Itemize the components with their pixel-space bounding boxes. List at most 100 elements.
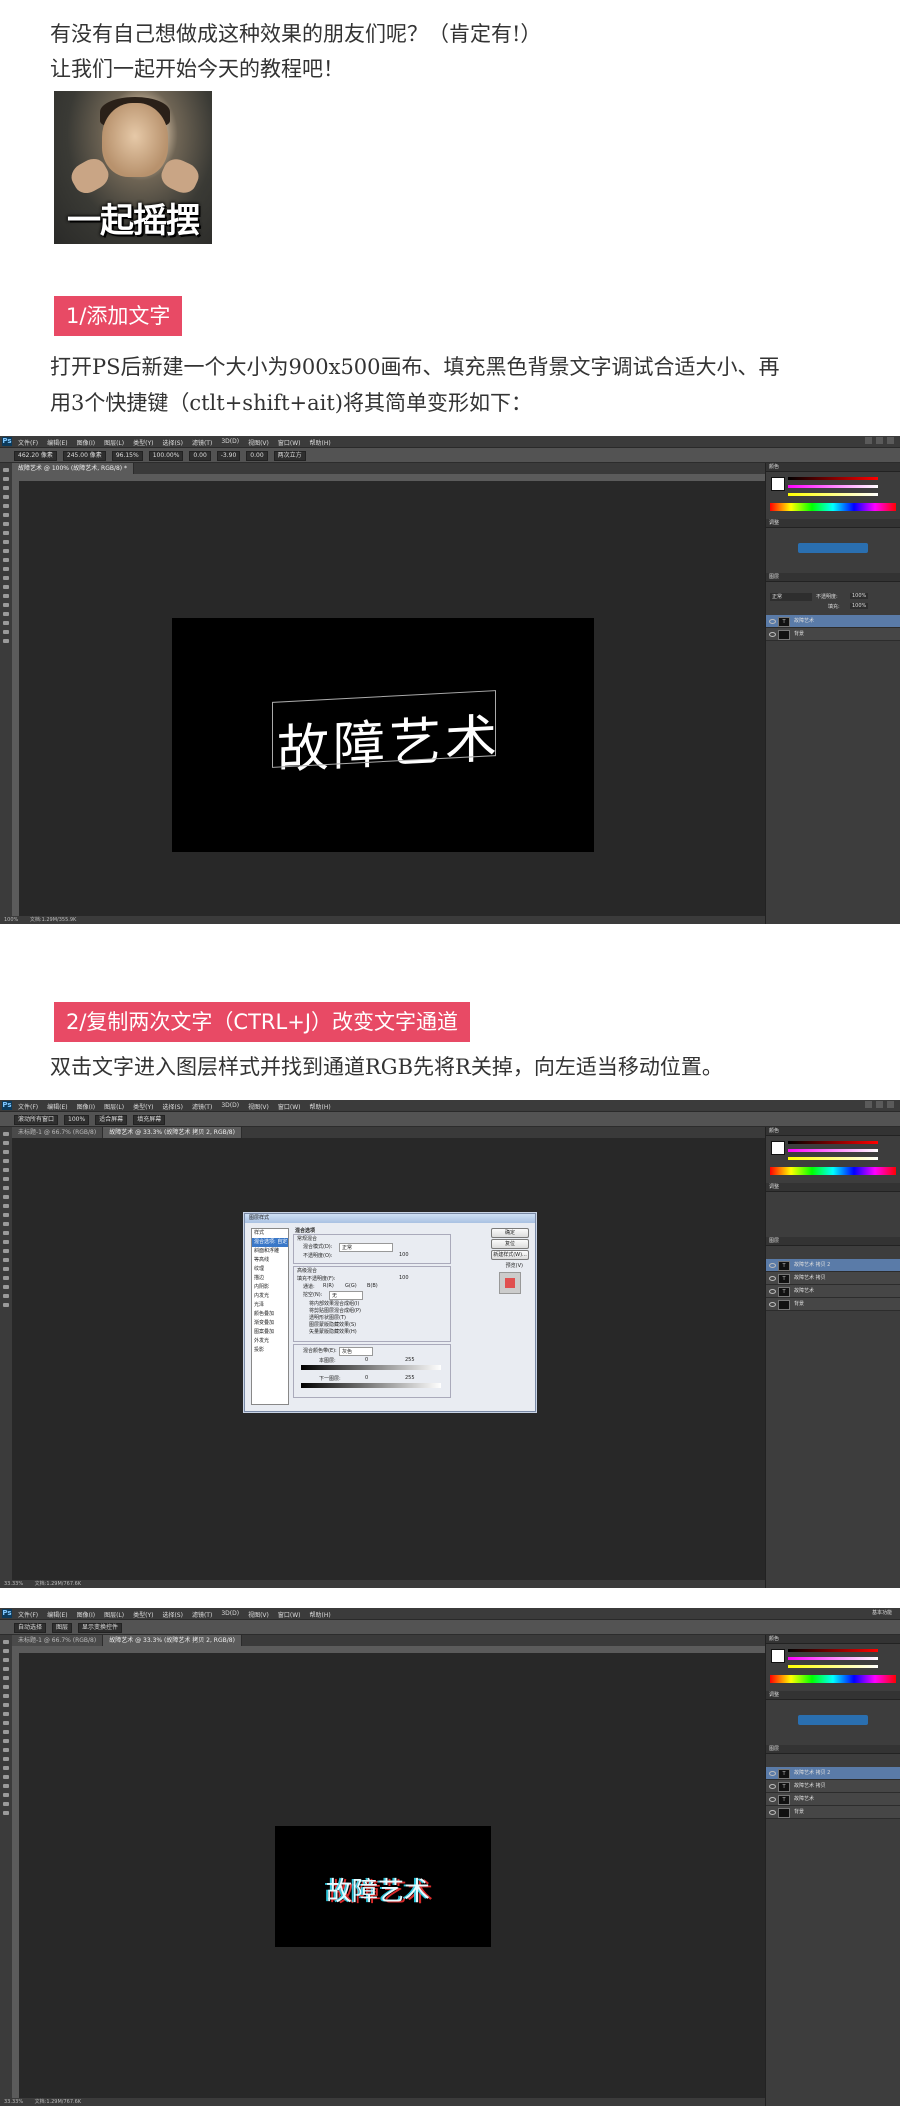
zoom-fill[interactable]: 填充屏幕 — [133, 1115, 166, 1125]
r-slider[interactable] — [788, 477, 878, 480]
style-item[interactable]: 投影 — [252, 1346, 288, 1355]
style-item[interactable]: 样式 — [252, 1229, 288, 1238]
style-item[interactable]: 图案叠加 — [252, 1328, 288, 1337]
menu-view[interactable]: 视图(V) — [248, 1102, 269, 1111]
layer-row[interactable]: 背景 — [766, 1806, 900, 1819]
menu-filter[interactable]: 滤镜(T) — [192, 1610, 212, 1619]
channel-r-checkbox[interactable]: R(R) — [323, 1283, 334, 1289]
crop-tool-icon[interactable] — [3, 1676, 9, 1680]
marquee-tool-icon[interactable] — [3, 1649, 9, 1653]
zoom-100[interactable]: 100% — [64, 1115, 90, 1125]
b-slider[interactable] — [788, 1157, 878, 1160]
eyedropper-tool-icon[interactable] — [3, 1685, 9, 1689]
move-tool-icon[interactable] — [3, 1640, 9, 1644]
eye-icon[interactable] — [769, 1263, 776, 1268]
move-tool-icon[interactable] — [3, 1132, 9, 1136]
opacity-value[interactable]: 100 — [399, 1252, 409, 1258]
r-slider[interactable] — [788, 1649, 878, 1652]
eye-icon[interactable] — [769, 1810, 776, 1815]
show-transform-checkbox[interactable]: 显示变换控件 — [78, 1623, 123, 1633]
menu-help[interactable]: 帮助(H) — [310, 438, 331, 447]
x-field[interactable]: 462.20 像素 — [14, 451, 57, 461]
blend-mode-select[interactable]: 正常 — [339, 1243, 393, 1252]
menu-select[interactable]: 选择(S) — [162, 438, 183, 447]
doc-tab[interactable]: 未标题-1 @ 66.7% (RGB/8) — [12, 1127, 104, 1138]
brush-tool-icon[interactable] — [3, 1195, 9, 1199]
fill-value[interactable]: 100 — [399, 1275, 409, 1281]
layer-row[interactable]: 背景 — [766, 628, 900, 641]
zoom-tool-icon[interactable] — [3, 1303, 9, 1307]
marquee-tool-icon[interactable] — [3, 1141, 9, 1145]
height-field[interactable]: 100.00% — [148, 451, 184, 461]
shape-tool-icon[interactable] — [3, 1793, 9, 1797]
interpolation-select[interactable]: 两次立方 — [273, 451, 306, 461]
option-checkbox[interactable]: 矢量蒙版隐藏效果(H) — [309, 1328, 357, 1335]
color-spectrum[interactable] — [770, 503, 896, 511]
minimize-icon[interactable] — [865, 1101, 872, 1108]
menu-help[interactable]: 帮助(H) — [310, 1102, 331, 1111]
pen-tool-icon[interactable] — [3, 1258, 9, 1262]
gradient-tool-icon[interactable] — [3, 567, 9, 571]
menu-file[interactable]: 文件(F) — [18, 1102, 38, 1111]
menu-file[interactable]: 文件(F) — [18, 1610, 38, 1619]
menu-help[interactable]: 帮助(H) — [310, 1610, 331, 1619]
dodge-tool-icon[interactable] — [3, 1249, 9, 1253]
lasso-tool-icon[interactable] — [3, 1658, 9, 1662]
transform-box[interactable] — [272, 690, 496, 768]
doc-tab[interactable]: 故障艺术 @ 33.3% (故障艺术 拷贝 2, RGB/8) — [103, 1127, 242, 1138]
zoom-tool-icon[interactable] — [3, 639, 9, 643]
menu-3d[interactable]: 3D(D) — [221, 438, 239, 447]
menu-filter[interactable]: 滤镜(T) — [192, 1102, 212, 1111]
menu-filter[interactable]: 滤镜(T) — [192, 438, 212, 447]
reset-button[interactable]: 复位 — [491, 1239, 529, 1249]
g-slider[interactable] — [788, 1657, 878, 1660]
option-checkbox[interactable]: 图层蒙版隐藏效果(S) — [309, 1321, 356, 1328]
gradient-tool-icon[interactable] — [3, 1739, 9, 1743]
knockout-select[interactable]: 无 — [329, 1291, 363, 1300]
eyedropper-tool-icon[interactable] — [3, 1177, 9, 1181]
b-slider[interactable] — [788, 493, 878, 496]
gradient-tool-icon[interactable] — [3, 1231, 9, 1235]
stamp-tool-icon[interactable] — [3, 1204, 9, 1208]
style-item[interactable]: 内阴影 — [252, 1283, 288, 1292]
hand-tool-icon[interactable] — [3, 630, 9, 634]
this-layer-gradient[interactable] — [301, 1365, 441, 1370]
shape-tool-icon[interactable] — [3, 1285, 9, 1289]
stamp-tool-icon[interactable] — [3, 540, 9, 544]
eraser-tool-icon[interactable] — [3, 1222, 9, 1226]
hand-tool-icon[interactable] — [3, 1294, 9, 1298]
maximize-icon[interactable] — [876, 437, 883, 444]
channel-g-checkbox[interactable]: G(G) — [345, 1283, 357, 1289]
hand-tool-icon[interactable] — [3, 1802, 9, 1806]
eraser-tool-icon[interactable] — [3, 558, 9, 562]
angle-field[interactable]: 0.00 — [189, 451, 211, 461]
minimize-icon[interactable] — [865, 437, 872, 444]
eye-icon[interactable] — [769, 619, 776, 624]
eye-icon[interactable] — [769, 632, 776, 637]
eye-icon[interactable] — [769, 1302, 776, 1307]
maximize-icon[interactable] — [876, 1101, 883, 1108]
path-tool-icon[interactable] — [3, 1784, 9, 1788]
zoom-tool-icon[interactable] — [3, 1811, 9, 1815]
wand-tool-icon[interactable] — [3, 1667, 9, 1671]
style-item[interactable]: 等高线 — [252, 1256, 288, 1265]
brush-tool-icon[interactable] — [3, 1703, 9, 1707]
menu-layer[interactable]: 图层(L) — [104, 1102, 124, 1111]
layer-row[interactable]: T 故障艺术 拷贝 — [766, 1272, 900, 1285]
layer-row[interactable]: T 故障艺术 拷贝 2 — [766, 1259, 900, 1272]
menu-type[interactable]: 类型(Y) — [133, 438, 153, 447]
style-item[interactable]: 混合选项: 自定 — [252, 1238, 288, 1247]
stamp-tool-icon[interactable] — [3, 1712, 9, 1716]
style-item[interactable]: 外发光 — [252, 1337, 288, 1346]
auto-select-target[interactable]: 图层 — [52, 1623, 73, 1633]
lasso-tool-icon[interactable] — [3, 1150, 9, 1154]
style-item[interactable]: 颜色叠加 — [252, 1310, 288, 1319]
heal-tool-icon[interactable] — [3, 522, 9, 526]
workspace-select[interactable]: 基本功能 — [872, 1609, 892, 1616]
eyedropper-tool-icon[interactable] — [3, 513, 9, 517]
option-checkbox[interactable]: 将剪贴图层混合成组(P) — [309, 1307, 361, 1314]
option-checkbox[interactable]: 透明形状图层(T) — [309, 1314, 346, 1321]
menu-view[interactable]: 视图(V) — [248, 1610, 269, 1619]
r-slider[interactable] — [788, 1141, 878, 1144]
layer-row[interactable]: T 故障艺术 — [766, 1285, 900, 1298]
